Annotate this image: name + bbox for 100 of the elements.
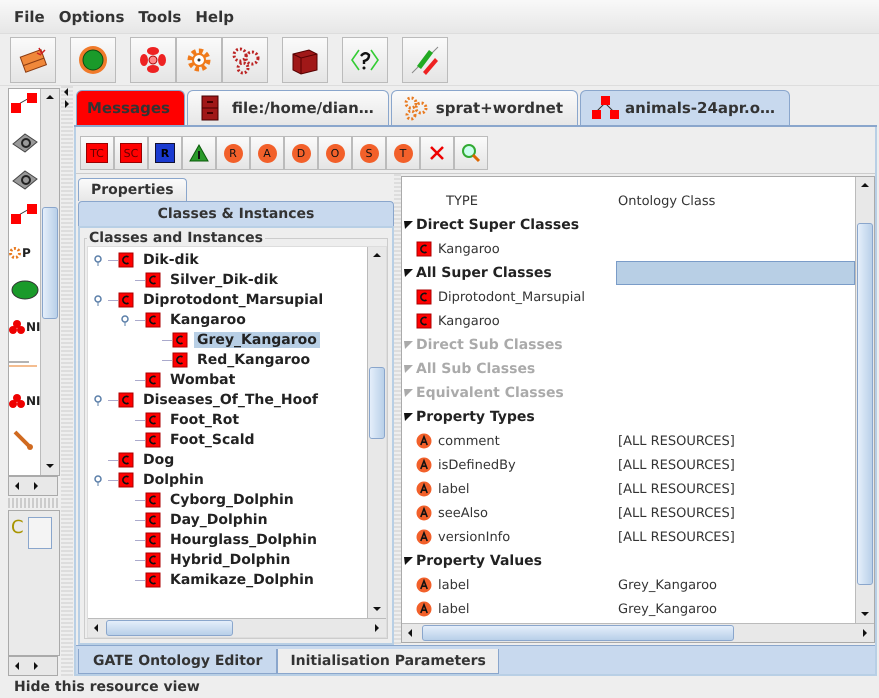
toolbar-button[interactable]	[10, 36, 56, 82]
group-title: Classes and Instances	[88, 230, 264, 246]
scrollbar[interactable]	[40, 89, 59, 475]
section-heading[interactable]: Property Values	[416, 553, 542, 569]
table-cell-text: [ALL RESOURCES]	[617, 456, 736, 474]
scrollbar[interactable]	[8, 656, 58, 676]
section-heading[interactable]: All Super Classes	[416, 265, 552, 281]
expanded-triangle-icon	[404, 364, 413, 374]
scrollbar[interactable]	[8, 476, 58, 496]
tree-item[interactable]: Diseases_Of_The_Hoof	[140, 392, 321, 408]
toolbar-button[interactable]	[342, 36, 388, 82]
table-cell[interactable]: label	[438, 602, 470, 616]
tree-item[interactable]: Dolphin	[140, 472, 207, 488]
table-cell[interactable]: label	[438, 578, 470, 592]
tree-item[interactable]: Foot_Rot	[167, 412, 242, 428]
pencil-icon	[409, 44, 441, 76]
toolbar-button[interactable]: R	[216, 136, 250, 170]
resource-label[interactable]: NI	[26, 394, 40, 408]
tree-item[interactable]: Hybrid_Dolphin	[167, 552, 294, 568]
class-icon	[118, 472, 134, 488]
expanded-triangle-icon	[404, 556, 413, 566]
tree-item[interactable]: Hourglass_Dolphin	[167, 532, 320, 548]
tree-item[interactable]: Red_Kangaroo	[194, 352, 314, 368]
tree-item[interactable]: Day_Dolphin	[167, 512, 271, 528]
annotation-icon	[416, 481, 432, 497]
tree-item[interactable]: Silver_Dik-dik	[167, 272, 281, 288]
tree-item[interactable]: Kamikaze_Dolphin	[167, 572, 317, 588]
table-cell[interactable]: seeAlso	[438, 506, 488, 520]
tree-item[interactable]: Dik-dik	[140, 252, 202, 268]
expanded-handle-icon[interactable]	[93, 394, 103, 406]
scrollbar[interactable]	[88, 618, 386, 637]
toolbar-button[interactable]: A	[250, 136, 284, 170]
tab[interactable]: Classes & Instances	[78, 201, 394, 226]
annotation-icon	[416, 433, 432, 449]
flower-icon	[9, 320, 25, 334]
tab[interactable]: file:/home/dian…	[186, 90, 389, 125]
scrollbar[interactable]	[367, 247, 386, 618]
expanded-handle-icon[interactable]	[93, 254, 103, 266]
scrollbar-thumb[interactable]	[369, 367, 385, 439]
resource-label[interactable]: NI	[26, 320, 40, 334]
menu-item[interactable]: Tools	[132, 8, 188, 26]
tree-item[interactable]: Diprotodont_Marsupial	[140, 292, 326, 308]
table-cell[interactable]: Kangaroo	[438, 314, 500, 328]
tree-item[interactable]: Wombat	[167, 372, 238, 388]
table-cell[interactable]: isDefinedBy	[438, 458, 516, 472]
class-icon	[118, 392, 134, 408]
toolbar-button[interactable]	[70, 36, 116, 82]
class-icon	[145, 312, 161, 328]
class-icon	[145, 572, 161, 588]
menu-item[interactable]: Help	[189, 8, 240, 26]
tab[interactable]: animals-24apr.o…	[580, 90, 790, 125]
table-cell[interactable]: Diprotodont_Marsupial	[438, 290, 585, 304]
tab[interactable]: sprat+wordnet	[390, 90, 578, 125]
expanded-handle-icon[interactable]	[120, 314, 130, 326]
tab[interactable]: GATE Ontology Editor	[78, 649, 278, 674]
expanded-handle-icon[interactable]	[93, 474, 103, 486]
table-cell[interactable]: versionInfo	[438, 530, 510, 544]
tab[interactable]: Properties	[78, 178, 187, 201]
tree-item[interactable]: Dog	[140, 452, 178, 468]
toolbar-button[interactable]: O	[318, 136, 352, 170]
scrollbar-thumb[interactable]	[42, 207, 58, 319]
scrollbar[interactable]	[855, 177, 874, 623]
toolbar-button[interactable]	[182, 136, 216, 170]
toolbar-button[interactable]: S	[352, 136, 386, 170]
table-cell-text: Ontology Class	[617, 192, 716, 210]
tree-item[interactable]: Grey_Kangaroo	[194, 332, 320, 348]
resource-label[interactable]: P	[22, 246, 31, 260]
section-heading[interactable]: Direct Super Classes	[416, 217, 580, 233]
tree-item[interactable]: Kangaroo	[167, 312, 249, 328]
class-icon	[145, 372, 161, 388]
menu-item[interactable]: File	[8, 8, 51, 26]
scrollbar-thumb[interactable]	[106, 620, 233, 636]
capsule-icon	[9, 278, 39, 302]
tree-item[interactable]: Foot_Scald	[167, 432, 258, 448]
toolbar-button[interactable]	[282, 36, 328, 82]
splitter-handle[interactable]	[8, 498, 60, 508]
scrollbar-thumb[interactable]	[422, 625, 734, 641]
table-cell-text: [ALL RESOURCES]	[617, 480, 736, 498]
scrollbar[interactable]	[402, 623, 874, 642]
class-icon	[145, 272, 161, 288]
toolbar-button[interactable]	[222, 36, 268, 82]
expanded-triangle-icon	[404, 412, 413, 422]
input-field[interactable]	[28, 517, 52, 549]
table-cell[interactable]: Kangaroo	[438, 242, 500, 256]
scrollbar-thumb[interactable]	[857, 223, 873, 585]
table-cell[interactable]: label	[438, 482, 470, 496]
table-cell[interactable]: comment	[438, 434, 500, 448]
toolbar-button[interactable]: T	[386, 136, 420, 170]
tab[interactable]: Initialisation Parameters	[277, 649, 499, 674]
toolbar-button[interactable]: D	[284, 136, 318, 170]
table-cell-text: [ALL RESOURCES]	[617, 528, 736, 546]
expanded-handle-icon[interactable]	[93, 294, 103, 306]
class-icon	[118, 452, 134, 468]
annotation-icon	[416, 457, 432, 473]
section-heading[interactable]: Property Types	[416, 409, 535, 425]
expanded-triangle-icon	[404, 220, 413, 230]
menu-item[interactable]: Options	[52, 8, 130, 26]
table-cell[interactable]	[616, 261, 855, 285]
tree-item[interactable]: Cyborg_Dolphin	[167, 492, 297, 508]
table-cell-text: [ALL RESOURCES]	[617, 504, 736, 522]
